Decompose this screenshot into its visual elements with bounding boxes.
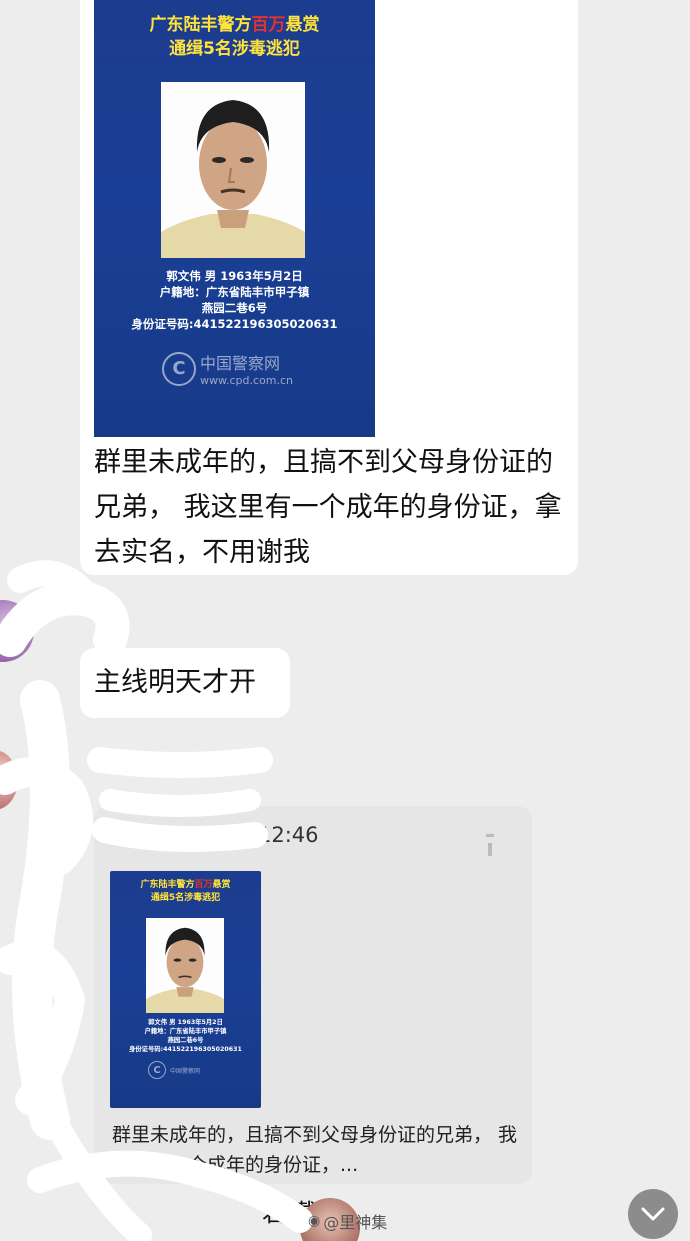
suspect-info: 郭文伟 男 1963年5月2日 户籍地：广东省陆丰市甲子镇 燕园二巷6号 身份证…: [129, 1019, 242, 1053]
police-site-logo: C 中国警察网 www.cpd.com.cn: [162, 350, 293, 387]
scroll-down-button[interactable]: [628, 1189, 678, 1239]
wanted-poster-image[interactable]: 广东陆丰警方百万悬赏 通缉5名涉毒逃犯 郭文伟 男 1963年5月2日 户籍地：…: [94, 0, 375, 437]
chat-window: 广东陆丰警方百万悬赏 通缉5名涉毒逃犯 郭文伟 男 1963年5月2日 户籍地：…: [0, 0, 690, 1241]
weibo-icon: ◉: [308, 1213, 321, 1229]
avatar[interactable]: [0, 600, 34, 662]
weibo-watermark: ◉ @里神集: [308, 1213, 388, 1232]
message-time: 12:46: [258, 823, 319, 847]
avatar[interactable]: [0, 750, 18, 810]
poster-subtitle: 通缉5名涉毒逃犯: [150, 893, 221, 903]
police-site-logo: C 中国警察网: [148, 1061, 200, 1079]
cpd-logo-icon: C: [148, 1061, 166, 1079]
wanted-poster-thumbnail[interactable]: 广东陆丰警方百万悬赏 通缉5名涉毒逃犯 郭文伟 男 1963年5月2日 户籍地：…: [110, 871, 261, 1108]
message-text: 群里未成年的，且搞不到父母身份证的兄弟， 我这里有一个成年的身份证，拿去实名，不…: [94, 447, 562, 568]
forwarded-message-text: 群里未成年的，且搞不到父母身份证的兄弟， 我这里有一个成年的身份证，...: [112, 1124, 518, 1176]
poster-subtitle: 通缉5名涉毒逃犯: [169, 39, 300, 59]
chevron-down-icon: [641, 1207, 665, 1221]
suspect-photo: [146, 918, 224, 1013]
poster-title: 广东陆丰警方百万悬赏: [149, 15, 320, 35]
suspect-photo: [161, 82, 305, 258]
message-text: 主线明天才开: [94, 667, 256, 698]
suspect-info: 郭文伟 男 1963年5月2日 户籍地：广东省陆丰市甲子镇 燕园二巷6号 身份证…: [131, 269, 338, 331]
poster-title: 广东陆丰警方百万悬赏: [140, 880, 231, 890]
cpd-logo-icon: C: [162, 351, 196, 386]
pin-icon[interactable]: [486, 834, 494, 856]
